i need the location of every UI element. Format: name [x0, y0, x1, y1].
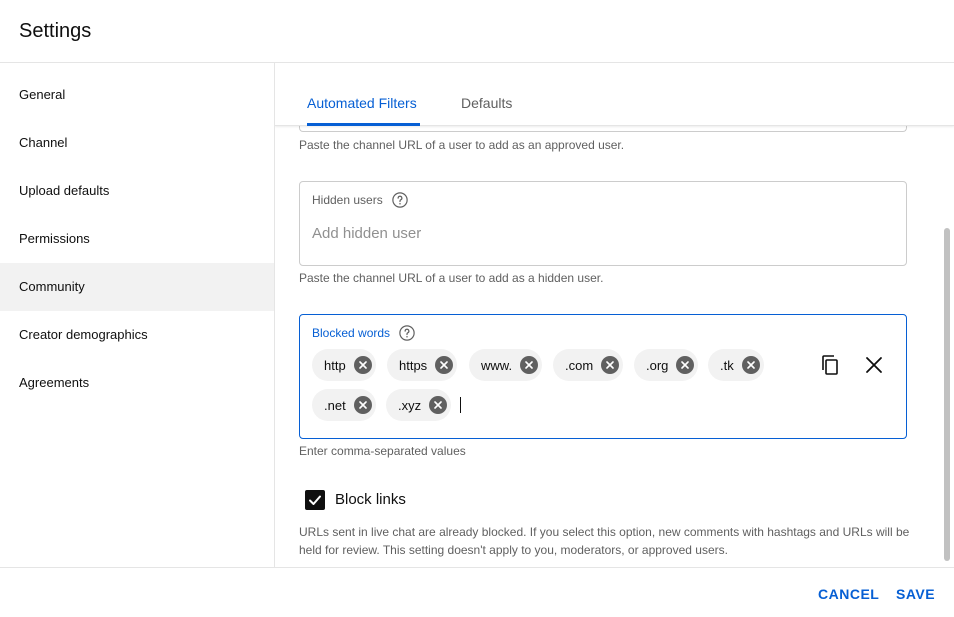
active-tab-indicator [307, 123, 420, 126]
blocked-word-chip: https [387, 349, 458, 381]
blocked-word-chip: .com [553, 349, 624, 381]
close-icon[interactable] [862, 353, 886, 377]
blocked-words-field[interactable]: Blocked words http https www. .com .org … [299, 314, 907, 439]
scrollbar[interactable] [940, 126, 954, 567]
blocked-words-label: Blocked words [312, 324, 416, 342]
chip-label: .tk [720, 357, 734, 373]
block-links-note: URLs sent in live chat are already block… [299, 525, 910, 557]
hidden-users-field[interactable]: Hidden users Add hidden user [299, 181, 907, 266]
chip-remove-icon[interactable] [435, 356, 454, 374]
chip-label: .com [565, 357, 594, 373]
hidden-users-input[interactable]: Add hidden user [312, 225, 421, 242]
chip-remove-icon[interactable] [741, 356, 760, 374]
blocked-word-chip: http [312, 349, 376, 381]
copy-icon[interactable] [818, 353, 842, 377]
blocked-word-chip: .tk [708, 349, 764, 381]
tab-defaults[interactable]: Defaults [461, 95, 512, 111]
sidebar-item-agreements[interactable]: Agreements [0, 359, 274, 407]
blocked-words-helper: Enter comma-separated values [299, 444, 466, 458]
hidden-users-helper: Paste the channel URL of a user to add a… [299, 271, 604, 285]
block-links-checkbox[interactable] [305, 490, 325, 510]
sidebar-item-creator-demographics[interactable]: Creator demographics [0, 311, 274, 359]
tab-automated-filters[interactable]: Automated Filters [307, 95, 417, 111]
chip-label: .net [324, 397, 346, 413]
settings-content: Automated Filters Defaults Paste the cha… [275, 63, 954, 567]
chip-label: .org [646, 357, 669, 373]
hidden-users-label: Hidden users [312, 191, 409, 209]
dialog-footer: CANCEL SAVE [0, 567, 954, 617]
sidebar-item-general[interactable]: General [0, 71, 274, 119]
dialog-header: Settings [0, 0, 954, 63]
chip-remove-icon[interactable] [520, 356, 539, 374]
blocked-word-chip: .net [312, 389, 376, 421]
tab-bar: Automated Filters Defaults [275, 63, 954, 126]
sidebar-item-permissions[interactable]: Permissions [0, 215, 274, 263]
chip-remove-icon[interactable] [353, 356, 372, 374]
cancel-button[interactable]: CANCEL [818, 586, 879, 602]
chip-remove-icon[interactable] [601, 356, 620, 374]
chip-label: http [324, 357, 346, 373]
checkmark-icon [309, 495, 321, 505]
chip-remove-icon[interactable] [353, 396, 372, 414]
chip-label: https [399, 357, 428, 373]
blocked-word-chip: www. [469, 349, 543, 381]
sidebar-item-channel[interactable]: Channel [0, 119, 274, 167]
chip-remove-icon[interactable] [676, 356, 695, 374]
dialog-title: Settings [19, 20, 92, 42]
chip-label: .xyz [398, 397, 422, 413]
settings-sidebar: General Channel Upload defaults Permissi… [0, 63, 275, 567]
blocked-words-label-text: Blocked words [312, 326, 391, 340]
sidebar-item-community[interactable]: Community [0, 263, 274, 311]
blocked-word-chip: .org [634, 349, 699, 381]
blocked-word-chip: .xyz [386, 389, 452, 421]
scrollbar-thumb[interactable] [944, 228, 950, 561]
sidebar-item-upload-defaults[interactable]: Upload defaults [0, 167, 274, 215]
text-caret [460, 397, 461, 413]
help-icon[interactable] [398, 324, 416, 342]
chip-label: www. [481, 357, 513, 373]
help-icon[interactable] [391, 191, 409, 209]
hidden-users-label-text: Hidden users [312, 193, 383, 207]
save-button[interactable]: SAVE [896, 586, 935, 602]
approved-users-helper: Paste the channel URL of a user to add a… [299, 138, 625, 152]
chip-remove-icon[interactable] [429, 396, 448, 414]
block-links-label[interactable]: Block links [335, 491, 406, 508]
